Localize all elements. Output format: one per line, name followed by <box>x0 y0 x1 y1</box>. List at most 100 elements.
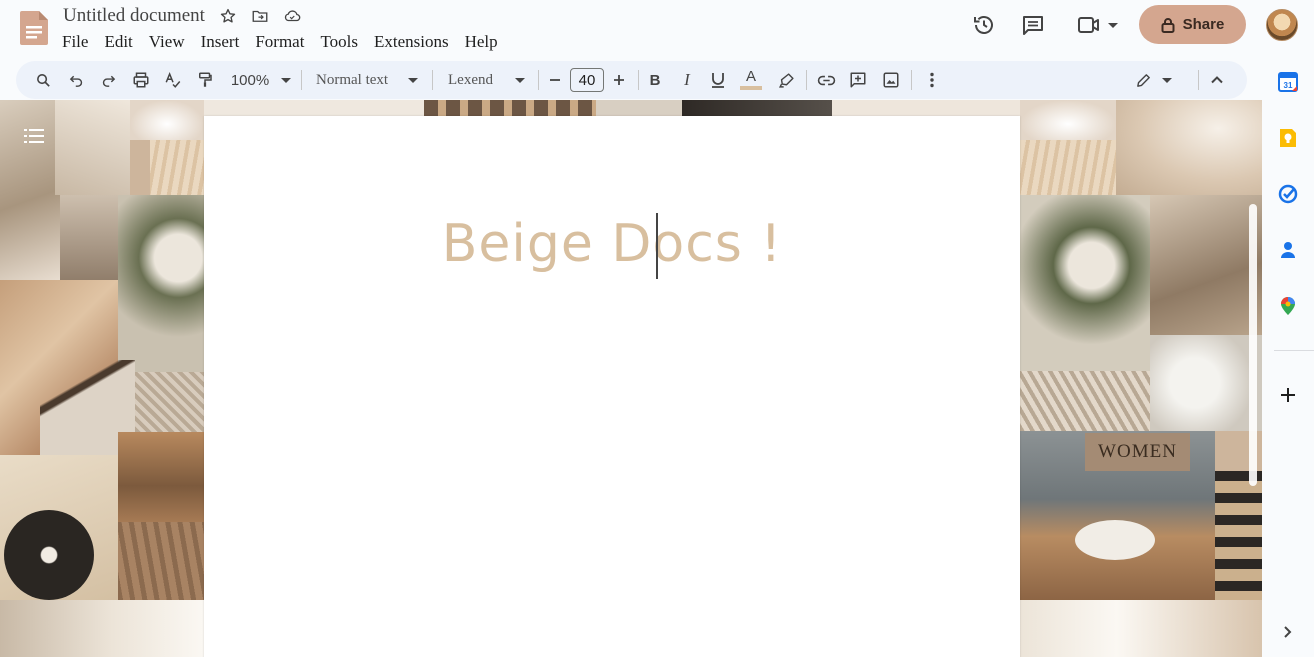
font-family-select[interactable]: Lexend <box>444 61 530 99</box>
docs-logo[interactable] <box>20 11 48 45</box>
more-vert-icon[interactable] <box>919 61 945 99</box>
link-icon[interactable] <box>813 61 839 99</box>
menu-edit[interactable]: Edit <box>96 31 140 53</box>
meet-icon[interactable] <box>1072 5 1122 45</box>
document-heading[interactable]: Beige Docs ! <box>204 214 1020 274</box>
side-panel-divider <box>1274 350 1314 351</box>
collage-tile <box>60 195 118 285</box>
text-cursor <box>656 213 658 279</box>
menu-tools[interactable]: Tools <box>312 31 366 53</box>
paragraph-style-select[interactable]: Normal text <box>312 61 424 99</box>
cloud-saved-icon[interactable] <box>281 5 303 27</box>
underline-icon[interactable] <box>705 61 731 99</box>
maps-icon[interactable] <box>1278 296 1298 316</box>
redo-icon[interactable] <box>95 61 121 99</box>
collapse-icon[interactable] <box>1204 61 1230 99</box>
bold-icon[interactable]: B <box>642 61 668 99</box>
collage-tile <box>1150 335 1262 431</box>
toolbar-divider <box>301 70 302 90</box>
collage-tile <box>596 100 682 116</box>
toolbar-divider <box>911 70 912 90</box>
move-to-folder-icon[interactable] <box>249 5 271 27</box>
toolbar-divider <box>806 70 807 90</box>
collage-tile <box>1215 471 1262 601</box>
menu-file[interactable]: File <box>54 31 96 53</box>
side-panel: 31 <box>1262 60 1314 657</box>
font-size-input[interactable]: 40 <box>570 68 604 92</box>
paint-format-icon[interactable] <box>192 61 218 99</box>
text-color-icon[interactable]: A <box>738 61 764 99</box>
insert-image-icon[interactable] <box>878 61 904 99</box>
toolbar-divider <box>432 70 433 90</box>
menu-view[interactable]: View <box>141 31 193 53</box>
paragraph-style-value: Normal text <box>316 71 389 88</box>
highlight-icon[interactable] <box>773 61 799 99</box>
collage-tile <box>1020 195 1150 371</box>
meet-caret-icon <box>1108 22 1118 28</box>
toolbar-divider <box>538 70 539 90</box>
minus-icon[interactable] <box>542 61 568 99</box>
print-icon[interactable] <box>128 61 154 99</box>
collage-tile <box>1075 520 1155 560</box>
collage-tile <box>55 100 130 195</box>
collage-tile <box>4 510 94 600</box>
edit-mode-icon[interactable] <box>1130 61 1176 99</box>
zoom-value: 100% <box>230 71 270 89</box>
collage-tile <box>1020 100 1116 140</box>
document-canvas: WOMEN Beige Docs ! <box>0 100 1262 657</box>
undo-icon[interactable] <box>63 61 89 99</box>
svg-text:31: 31 <box>1284 81 1293 90</box>
scrollbar[interactable] <box>1249 204 1257 486</box>
collage-tile <box>1116 100 1262 195</box>
avatar[interactable] <box>1266 9 1298 41</box>
add-icon[interactable] <box>1278 385 1298 405</box>
spellcheck-icon[interactable] <box>160 61 186 99</box>
zoom-caret-icon <box>281 77 292 83</box>
collage-tile <box>135 372 204 432</box>
plus-icon[interactable] <box>606 61 632 99</box>
collage-tile <box>1020 371 1150 431</box>
header: Untitled document File Edit View Insert … <box>0 0 1314 60</box>
menu-help[interactable]: Help <box>457 31 506 53</box>
star-icon[interactable] <box>217 5 239 27</box>
toolbar: 100% Normal text Lexend 40 B I A <box>16 61 1247 99</box>
collage-tile <box>118 432 204 522</box>
style-caret-icon <box>408 77 419 83</box>
collage-women-label: WOMEN <box>1085 433 1190 471</box>
history-icon[interactable] <box>964 5 1004 45</box>
collage-tile <box>204 100 424 116</box>
collage-tile <box>0 600 204 657</box>
search-icon[interactable] <box>30 61 56 99</box>
collage-tile <box>682 100 832 116</box>
menu-format[interactable]: Format <box>247 31 312 53</box>
comments-icon[interactable] <box>1013 5 1053 45</box>
font-family-value: Lexend <box>448 71 493 88</box>
toolbar-divider <box>1198 70 1199 90</box>
collage-tile <box>118 522 204 600</box>
title-row: Untitled document <box>61 5 303 27</box>
share-button[interactable]: Share <box>1139 5 1246 44</box>
docs-app: Untitled document File Edit View Insert … <box>0 0 1314 657</box>
calendar-icon[interactable]: 31 <box>1278 72 1298 92</box>
document-title[interactable]: Untitled document <box>61 5 207 27</box>
collage-tile <box>0 100 60 280</box>
zoom-select[interactable]: 100% <box>226 61 296 99</box>
tasks-icon[interactable] <box>1278 184 1298 204</box>
keep-icon[interactable] <box>1278 128 1298 148</box>
edit-mode-caret-icon <box>1161 77 1172 83</box>
document-page[interactable]: Beige Docs ! <box>204 116 1020 657</box>
toolbar-divider <box>638 70 639 90</box>
italic-icon[interactable]: I <box>674 61 700 99</box>
menu-extensions[interactable]: Extensions <box>366 31 457 53</box>
menu-insert[interactable]: Insert <box>193 31 248 53</box>
share-label: Share <box>1182 16 1225 33</box>
outline-icon[interactable] <box>24 128 44 144</box>
add-comment-icon[interactable] <box>845 61 871 99</box>
expand-panel-icon[interactable] <box>1278 622 1298 642</box>
collage-tile <box>1020 600 1262 657</box>
collage-tile <box>118 195 204 375</box>
contacts-icon[interactable] <box>1278 240 1298 260</box>
collage-tile <box>832 100 1020 116</box>
menu-bar: File Edit View Insert Format Tools Exten… <box>54 31 506 53</box>
collage-tile <box>1020 140 1116 195</box>
